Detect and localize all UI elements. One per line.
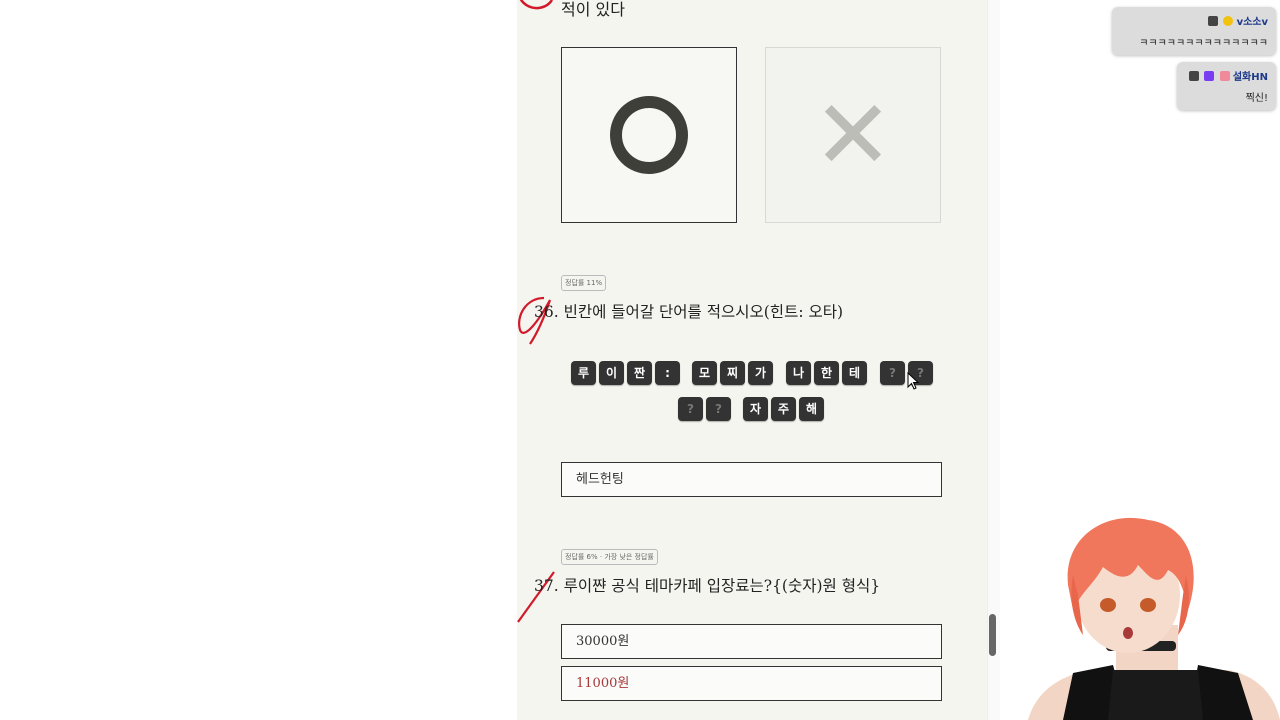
red-check-mark-icon (519, 0, 554, 10)
question-number: 36. (534, 303, 559, 321)
option-o-button[interactable] (561, 47, 737, 223)
chat-badge-icon (1223, 16, 1234, 26)
accuracy-badge: 정답률 11% (561, 275, 607, 291)
blank-tile: ? (706, 397, 731, 421)
question-text: 빈칸에 들어갈 단어를 적으시오(힌트: 오타) (563, 303, 844, 321)
word-tile: 찌 (720, 361, 745, 385)
question-35-title: 적이 있다 (561, 0, 625, 19)
correct-answer-field: 11000원 (561, 666, 942, 701)
chat-badge-icon (1204, 71, 1215, 81)
word-tile: 자 (743, 397, 768, 421)
word-tile: 테 (842, 361, 867, 385)
question-number: 37. (534, 577, 559, 595)
scrollbar-thumb[interactable] (989, 614, 996, 656)
avatar-streamer (1028, 517, 1280, 720)
o-mark-icon (610, 96, 688, 174)
option-x-button[interactable]: ✕ (765, 47, 941, 223)
chat-username: 설화HN (1232, 72, 1268, 83)
blank-tile: ? (880, 361, 905, 385)
chat-badge-icon (1208, 16, 1219, 26)
word-tile: 루 (571, 361, 596, 385)
word-tile: 주 (771, 397, 796, 421)
blank-tile: ? (678, 397, 703, 421)
chat-badge-icon (1219, 71, 1230, 81)
word-tile: 모 (692, 361, 717, 385)
word-tile: 나 (786, 361, 811, 385)
chat-text: ㅋㅋㅋㅋㅋㅋㅋㅋㅋㅋㅋㅋㅋㅋ (1139, 38, 1268, 49)
question-36-title: 36. 빈칸에 들어갈 단어를 적으시오(힌트: 오타) (534, 300, 843, 322)
word-tile: 해 (799, 397, 824, 421)
scrollbar-track[interactable] (987, 0, 1000, 720)
word-tile: : (655, 361, 680, 385)
chat-message: 설화HN 찍신! (1177, 62, 1276, 110)
word-tile: 가 (748, 361, 773, 385)
word-tile: 이 (599, 361, 624, 385)
chat-message: v소소v ㅋㅋㅋㅋㅋㅋㅋㅋㅋㅋㅋㅋㅋㅋ (1112, 7, 1276, 55)
chat-badge-icon (1189, 71, 1200, 81)
given-answer-field[interactable]: 30000원 (561, 624, 942, 659)
word-tile: 한 (814, 361, 839, 385)
word-tile: 짠 (627, 361, 652, 385)
chat-username: v소소v (1236, 17, 1268, 28)
x-mark-icon: ✕ (812, 79, 894, 191)
question-text: 루이쨘 공식 테마카페 입장료는?{(숫자)원 형식} (563, 577, 881, 595)
answer-field[interactable]: 헤드헌팅 (561, 462, 942, 497)
chat-text: 찍신! (1245, 93, 1268, 104)
mouse-cursor-icon (907, 372, 920, 390)
accuracy-badge: 정답률 6% · 가장 낮은 정답률 (561, 549, 658, 565)
question-37-title: 37. 루이쨘 공식 테마카페 입장료는?{(숫자)원 형식} (534, 574, 880, 596)
